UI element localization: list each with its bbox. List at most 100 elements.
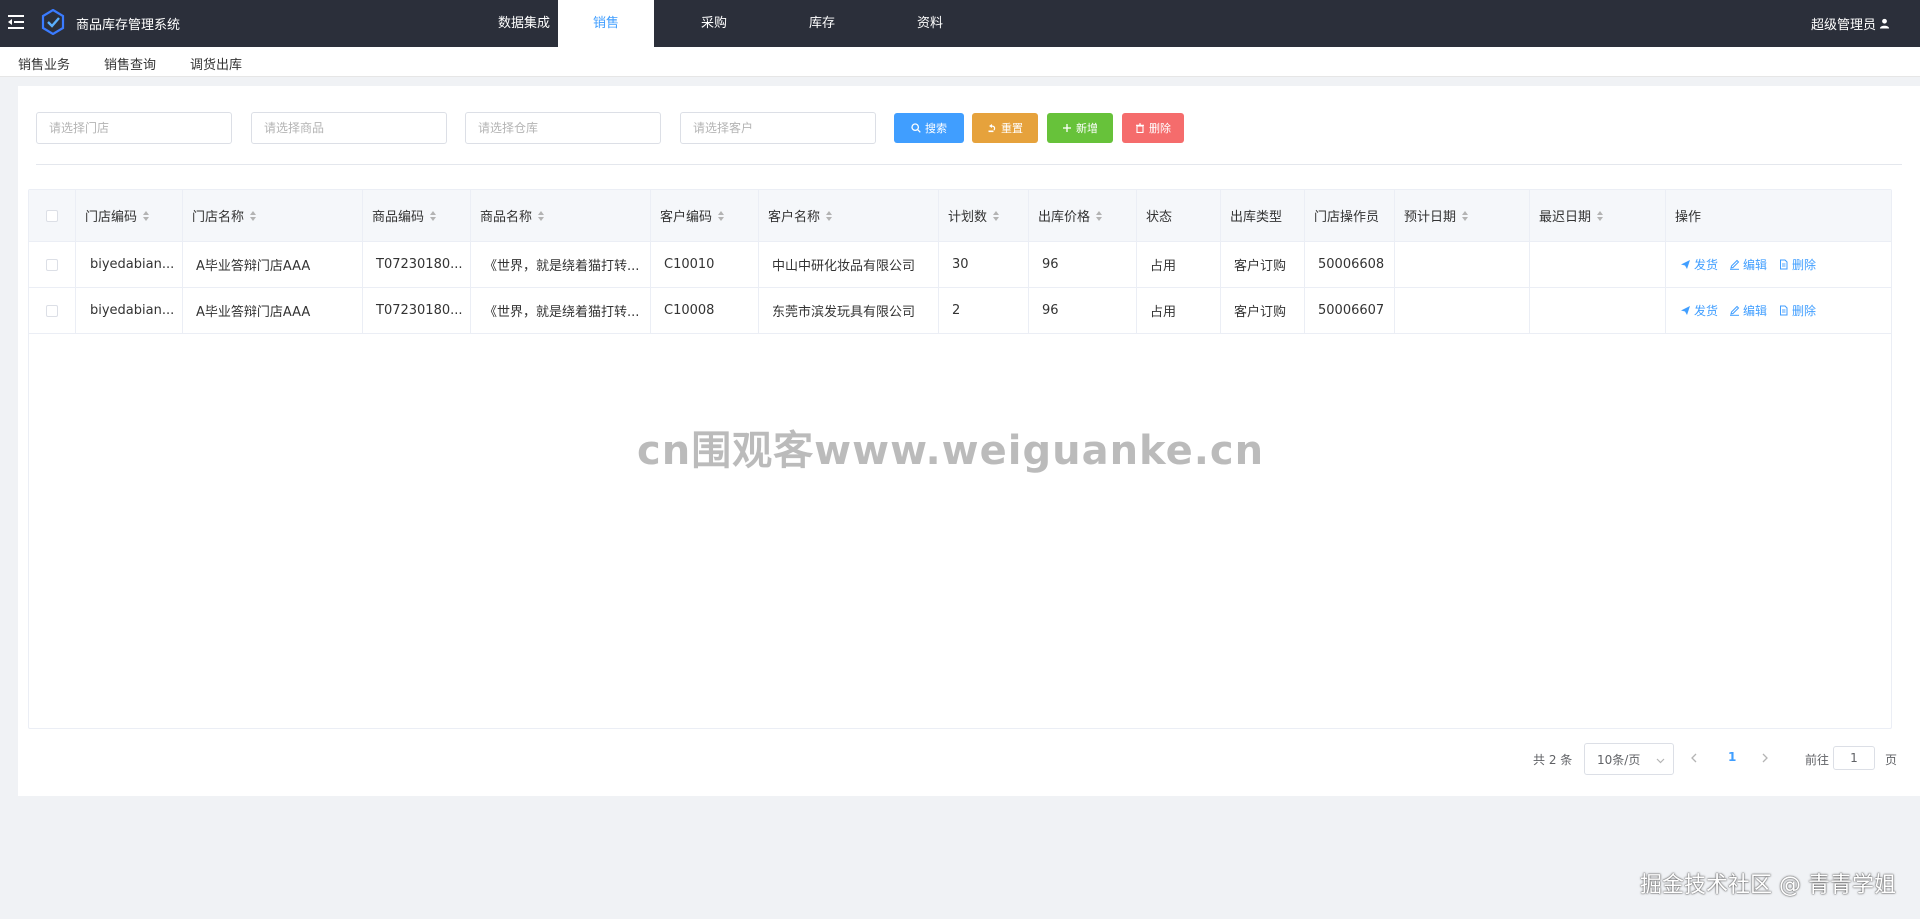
sort-icon[interactable]	[1462, 210, 1469, 221]
search-button-label: 搜索	[925, 122, 947, 135]
col-latest-date[interactable]: 最迟日期	[1530, 190, 1666, 241]
cell-product-name: 《世界，就是绕着猫打转...	[471, 288, 651, 333]
cell-operator: 50006607	[1305, 288, 1395, 333]
next-page-button[interactable]	[1760, 749, 1776, 767]
cell-customer-name: 东莞市滨发玩具有限公司	[759, 288, 939, 333]
sort-icon[interactable]	[250, 210, 257, 221]
logo-icon	[41, 8, 65, 36]
ship-label: 发货	[1694, 258, 1719, 272]
tab-sales[interactable]: 销售	[558, 0, 654, 47]
add-button[interactable]: 新增	[1047, 113, 1113, 143]
cell-actions: 发货 编辑 删除	[1666, 242, 1891, 287]
menu-toggle-icon[interactable]	[6, 12, 26, 32]
edit-link[interactable]: 编辑	[1729, 256, 1767, 273]
send-icon	[1681, 306, 1690, 315]
tab-purchase[interactable]: 采购	[678, 0, 750, 47]
col-store-name[interactable]: 门店名称	[183, 190, 363, 241]
cell-store-code: biyedabian...	[76, 288, 183, 333]
sort-icon[interactable]	[430, 210, 437, 221]
edit-link[interactable]: 编辑	[1729, 302, 1767, 319]
col-label: 商品名称	[480, 210, 533, 225]
center-watermark: cn围观客www.weiguanke.cn	[637, 428, 1265, 474]
goto-page-input[interactable]	[1833, 746, 1875, 770]
cell-price: 96	[1029, 242, 1137, 287]
sort-icon[interactable]	[718, 210, 725, 221]
sort-icon[interactable]	[538, 210, 545, 221]
delete-label: 删除	[1792, 304, 1817, 318]
cell-operator: 50006608	[1305, 242, 1395, 287]
cell-customer-code: C10010	[651, 242, 759, 287]
cell-product-code: T07230180...	[363, 242, 471, 287]
chevron-right-icon	[1762, 753, 1768, 763]
page-size-select[interactable]: 10条/页	[1584, 743, 1674, 775]
col-planned-qty[interactable]: 计划数	[939, 190, 1029, 241]
col-customer-name[interactable]: 客户名称	[759, 190, 939, 241]
subnav-sales-query[interactable]: 销售查询	[104, 54, 156, 73]
cell-store-code: biyedabian...	[76, 242, 183, 287]
customer-select[interactable]	[680, 112, 876, 144]
col-product-code[interactable]: 商品编码	[363, 190, 471, 241]
page-suffix: 页	[1885, 753, 1898, 767]
product-select[interactable]	[251, 112, 447, 144]
reset-button[interactable]: 重置	[972, 113, 1038, 143]
col-expected-date[interactable]: 预计日期	[1395, 190, 1530, 241]
col-label: 出库价格	[1038, 210, 1091, 225]
delete-button[interactable]: 删除	[1122, 113, 1184, 143]
tab-materials[interactable]: 资料	[894, 0, 966, 47]
cell-out-type: 客户订购	[1221, 242, 1305, 287]
cell-expected-date	[1395, 288, 1530, 333]
cell-latest-date	[1530, 288, 1666, 333]
col-out-type: 出库类型	[1221, 190, 1305, 241]
row-checkbox[interactable]	[46, 258, 58, 271]
chevron-down-icon	[1656, 758, 1665, 764]
subnav-sales-business[interactable]: 销售业务	[18, 54, 70, 73]
filter-divider	[36, 164, 1902, 165]
edit-label: 编辑	[1743, 304, 1768, 318]
cell-store-name: A毕业答辩门店AAA	[183, 288, 363, 333]
col-price[interactable]: 出库价格	[1029, 190, 1137, 241]
goto-label: 前往	[1805, 753, 1830, 767]
document-icon	[1780, 305, 1788, 316]
document-icon	[1780, 259, 1788, 270]
select-all-cell	[29, 190, 76, 241]
tab-inventory[interactable]: 库存	[786, 0, 858, 47]
ship-link[interactable]: 发货	[1680, 256, 1718, 273]
col-product-name[interactable]: 商品名称	[471, 190, 651, 241]
sort-icon[interactable]	[143, 210, 150, 221]
row-checkbox[interactable]	[46, 304, 58, 317]
col-store-code[interactable]: 门店编码	[76, 190, 183, 241]
col-actions: 操作	[1666, 190, 1891, 241]
col-customer-code[interactable]: 客户编码	[651, 190, 759, 241]
col-label: 门店操作员	[1314, 210, 1380, 225]
select-all-checkbox[interactable]	[46, 209, 58, 222]
search-button[interactable]: 搜索	[894, 113, 964, 143]
col-label: 预计日期	[1404, 210, 1457, 225]
col-operator: 门店操作员	[1305, 190, 1395, 241]
ship-link[interactable]: 发货	[1680, 302, 1718, 319]
col-label: 出库类型	[1230, 210, 1283, 225]
prev-page-button[interactable]	[1690, 749, 1706, 767]
row-select-cell	[29, 242, 76, 287]
reset-icon	[988, 124, 996, 133]
col-label: 计划数	[948, 210, 988, 225]
col-status: 状态	[1137, 190, 1221, 241]
subnav-transfer-out[interactable]: 调货出库	[190, 54, 242, 73]
sort-icon[interactable]	[826, 210, 833, 221]
table-row[interactable]: biyedabian... A毕业答辩门店AAA T07230180... 《世…	[29, 288, 1891, 334]
ship-label: 发货	[1694, 304, 1719, 318]
sub-nav: 销售业务 销售查询 调货出库	[0, 47, 1920, 77]
cell-planned-qty: 30	[939, 242, 1029, 287]
sort-icon[interactable]	[1096, 210, 1103, 221]
cell-product-code: T07230180...	[363, 288, 471, 333]
table-row[interactable]: biyedabian... A毕业答辩门店AAA T07230180... 《世…	[29, 242, 1891, 288]
store-select[interactable]	[36, 112, 232, 144]
sort-icon[interactable]	[993, 210, 1000, 221]
warehouse-select[interactable]	[465, 112, 661, 144]
delete-link[interactable]: 删除	[1778, 256, 1816, 273]
cell-planned-qty: 2	[939, 288, 1029, 333]
pagination-total: 共 2 条	[1533, 753, 1573, 767]
current-page[interactable]: 1	[1728, 750, 1736, 764]
delete-link[interactable]: 删除	[1778, 302, 1816, 319]
sort-icon[interactable]	[1597, 210, 1604, 221]
user-menu[interactable]: 超级管理员	[1811, 14, 1890, 33]
